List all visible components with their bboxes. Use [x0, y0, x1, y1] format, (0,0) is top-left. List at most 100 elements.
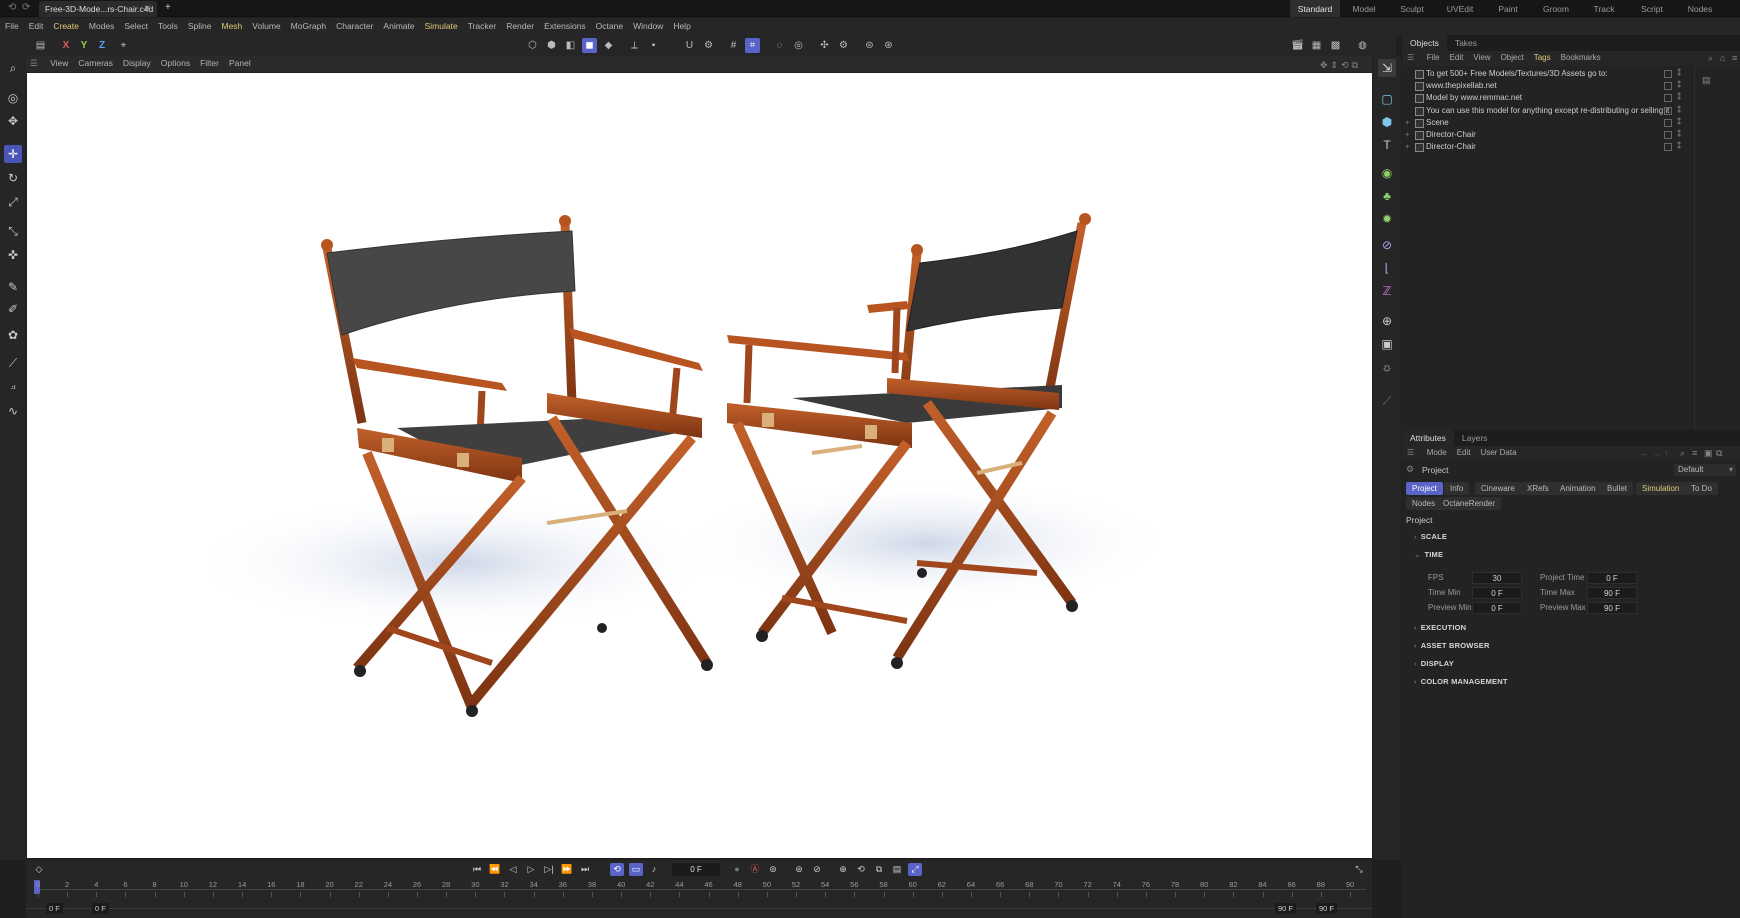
objects-menu-file[interactable]: File	[1422, 51, 1445, 62]
play-icon[interactable]: ▷	[524, 863, 538, 876]
menu-window[interactable]: Window	[628, 18, 668, 31]
time-max-field[interactable]: 90 F	[1587, 587, 1637, 599]
brush-icon[interactable]: ⟋	[4, 354, 22, 372]
points-mode-icon[interactable]: ⬡	[525, 38, 540, 53]
objects-menu-bookmarks[interactable]: Bookmarks	[1556, 51, 1606, 62]
objects-menu-view[interactable]: View	[1468, 51, 1495, 62]
attr-pill-bullet[interactable]: Bullet	[1601, 482, 1634, 495]
deformer-icon[interactable]: ⊘	[1378, 236, 1396, 254]
forward-arrow-icon[interactable]: →	[1652, 448, 1661, 458]
menu-animate[interactable]: Animate	[378, 18, 419, 31]
menu-file[interactable]: File	[0, 18, 24, 31]
preview-max-field[interactable]: 90 F	[1587, 602, 1637, 614]
menu-octane[interactable]: Octane	[591, 18, 628, 31]
attr-pill-to-do[interactable]: To Do	[1685, 482, 1718, 495]
attributes-menu-icon[interactable]: ☰	[1402, 446, 1419, 457]
attr-pill-octanerender[interactable]: OctaneRender	[1437, 497, 1502, 510]
snap-settings-icon[interactable]: ⚙	[701, 38, 716, 53]
section-color-management[interactable]: › COLOR MANAGEMENT	[1414, 677, 1508, 686]
project-time-field[interactable]: 0 F	[1587, 572, 1637, 584]
menu-spline[interactable]: Spline	[183, 18, 217, 31]
attributes-menu-user-data[interactable]: User Data	[1476, 446, 1522, 457]
scale-key-icon[interactable]: ⊕	[836, 863, 850, 876]
close-tab-icon[interactable]: ✕	[144, 3, 151, 14]
objects-menu-icon[interactable]: ☰	[1402, 51, 1419, 62]
selection-settings-icon[interactable]: ✥	[4, 112, 22, 130]
new-window-icon[interactable]: ⧉	[1716, 448, 1722, 459]
viewport-menu-cameras[interactable]: Cameras	[73, 56, 117, 68]
render-region-icon[interactable]: ◎	[791, 38, 806, 53]
spline-boolean-icon[interactable]: ✿	[4, 326, 22, 344]
model-mode-icon[interactable]: ◼	[582, 38, 597, 53]
menu-tracker[interactable]: Tracker	[463, 18, 502, 31]
render-view-icon[interactable]: 🎬︎	[1290, 38, 1305, 53]
filter-icon[interactable]: ≡	[1732, 53, 1737, 63]
environment-icon[interactable]: ⊕	[1378, 312, 1396, 330]
visibility-toggle-icon[interactable]	[1664, 143, 1672, 152]
next-frame-icon[interactable]: ▷|	[542, 863, 556, 876]
search-icon[interactable]: ⌕	[1708, 53, 1713, 64]
pla-key-icon[interactable]: ⧉	[872, 863, 886, 876]
keyframe-icon[interactable]: ◇	[32, 863, 46, 876]
spline-icon[interactable]: ℤ	[1378, 282, 1396, 300]
home-icon[interactable]: ⌂	[1720, 53, 1725, 63]
fps-field[interactable]: 30	[1472, 572, 1522, 584]
menu-volume[interactable]: Volume	[247, 18, 285, 31]
expand-icon[interactable]: +	[1405, 130, 1410, 139]
render-dots-icon[interactable]: ● ●	[1677, 140, 1681, 152]
brush-disabled-icon[interactable]: ⟋	[1378, 392, 1396, 410]
render-dots-icon[interactable]: ● ●	[1677, 67, 1681, 79]
cloner-icon[interactable]: ♣	[1378, 187, 1396, 205]
menu-simulate[interactable]: Simulate	[420, 18, 463, 31]
object-row[interactable]: To get 500+ Free Models/Textures/3D Asse…	[1402, 67, 1692, 81]
render-dots-icon[interactable]: ● ●	[1677, 128, 1681, 140]
attr-pill-animation[interactable]: Animation	[1554, 482, 1602, 495]
viewport-menu-icon[interactable]: ☰	[26, 56, 43, 69]
menu-render[interactable]: Render	[501, 18, 539, 31]
section-asset-browser[interactable]: › ASSET BROWSER	[1414, 641, 1490, 650]
filter-icon[interactable]: ≡	[1692, 448, 1697, 458]
spline-sketch-icon[interactable]: ✐	[4, 300, 22, 318]
light-icon[interactable]: ☼	[1378, 358, 1396, 376]
rotate-tool-icon[interactable]: ↻	[4, 169, 22, 187]
render-picture-viewer-icon[interactable]: ▦	[1309, 38, 1324, 53]
menu-character[interactable]: Character	[331, 18, 378, 31]
add-tab-icon[interactable]: +	[165, 3, 175, 13]
visibility-toggle-icon[interactable]	[1664, 82, 1672, 91]
object-row[interactable]: + Director-Chair ● ●	[1402, 140, 1692, 154]
placement-tool-icon[interactable]: ✜	[4, 246, 22, 264]
back-icon[interactable]: ⟲	[8, 3, 18, 13]
go-to-start-icon[interactable]: ⏮	[470, 863, 484, 876]
object-row[interactable]: Model by www.remmac.net ● ●	[1402, 91, 1692, 105]
object-row[interactable]: www.thepixellab.net ● ●	[1402, 79, 1692, 93]
lock-workplane-icon[interactable]: ⊜	[862, 38, 877, 53]
live-selection-icon[interactable]: ◎	[4, 89, 22, 107]
layout-tab-standard[interactable]: Standard	[1290, 0, 1340, 17]
layers-icon[interactable]: ▤	[1702, 75, 1711, 86]
axis-y-toggle[interactable]: Y	[77, 38, 91, 53]
param-key-icon[interactable]: ⟲	[854, 863, 868, 876]
objects-tab-objects[interactable]: Objects	[1402, 35, 1447, 51]
keyframe-selection-icon[interactable]: ⊚	[766, 863, 780, 876]
objects-menu-object[interactable]: Object	[1496, 51, 1529, 62]
menu-modes[interactable]: Modes	[84, 18, 120, 31]
search-icon[interactable]: ⌕	[4, 59, 22, 77]
objects-tab-takes[interactable]: Takes	[1447, 35, 1485, 48]
cube-icon[interactable]: ⬢	[1378, 113, 1396, 131]
polygons-mode-icon[interactable]: ◧	[563, 38, 578, 53]
up-arrow-icon[interactable]: ↑	[1664, 448, 1669, 458]
sound-icon[interactable]: ♪	[647, 863, 661, 876]
record-position-icon[interactable]: ●	[730, 863, 744, 876]
field-icon[interactable]: ⌊	[1378, 259, 1396, 277]
render-dots-icon[interactable]: ● ●	[1677, 116, 1681, 128]
magnet-icon[interactable]: U	[682, 38, 697, 53]
object-row[interactable]: + Director-Chair ● ●	[1402, 128, 1692, 142]
visibility-toggle-icon[interactable]	[1664, 70, 1672, 78]
viewport-nav-icons[interactable]: ✥⇕⟲⧉	[1315, 58, 1366, 71]
back-arrow-icon[interactable]: ←	[1640, 448, 1649, 458]
generator-icon[interactable]: ◉	[1378, 164, 1396, 182]
end-frame-field[interactable]: 90 F	[1316, 903, 1338, 914]
visibility-toggle-icon[interactable]	[1664, 94, 1672, 103]
viewport-menu-filter[interactable]: Filter	[195, 56, 224, 68]
viewport-menu-options[interactable]: Options	[156, 56, 195, 68]
